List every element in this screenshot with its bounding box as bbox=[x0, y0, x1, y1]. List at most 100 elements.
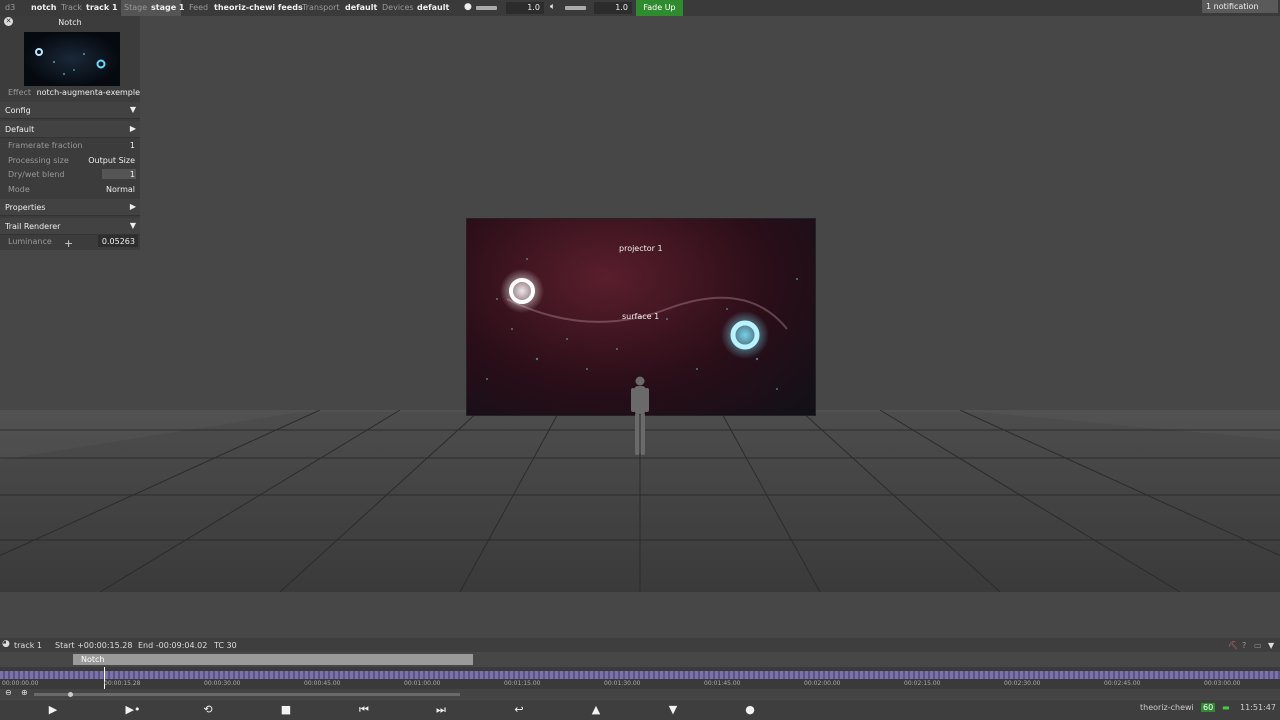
timeline-tick-label: 00:02:15.00 bbox=[904, 680, 941, 687]
devices-selector[interactable]: default bbox=[417, 3, 449, 13]
collapse-icon[interactable]: ▼ bbox=[1268, 641, 1274, 650]
timeline-header: ◕ track 1 Start +00:00:15.28 End -00:09:… bbox=[0, 638, 1280, 652]
prop-framerate[interactable]: Framerate fraction 1 bbox=[0, 138, 140, 152]
zoom-scrollbar[interactable] bbox=[34, 693, 460, 696]
stage-selector[interactable]: stage 1 bbox=[151, 3, 185, 13]
caret-right-icon: ▶ bbox=[129, 202, 136, 211]
luminance-value[interactable]: 0.05263 bbox=[102, 237, 135, 246]
notification-button[interactable]: 1 notification bbox=[1202, 0, 1278, 13]
timeline-tick-label: 00:01:00.00 bbox=[404, 680, 441, 687]
feed-label: Feed bbox=[189, 3, 209, 12]
zoom-handle[interactable] bbox=[68, 692, 73, 697]
next-section-icon[interactable]: ⏭ bbox=[433, 703, 449, 717]
processing-label: Processing size bbox=[8, 156, 69, 165]
drywet-label: Dry/wet blend bbox=[8, 170, 65, 179]
play-icon[interactable]: ▶ bbox=[45, 703, 61, 717]
timeline-tick-label: 00:00:45.00 bbox=[304, 680, 341, 687]
prop-processing-size[interactable]: Processing size Output Size bbox=[0, 153, 140, 167]
play-to-end-icon[interactable]: ▶• bbox=[122, 703, 144, 717]
track-info-icon[interactable]: ◕ bbox=[2, 639, 10, 649]
help-icon[interactable]: ? bbox=[1242, 641, 1246, 650]
volume-value[interactable]: 1.0 bbox=[594, 2, 632, 14]
effect-thumbnail bbox=[24, 32, 120, 86]
machine-name: theoriz-chewi bbox=[1140, 703, 1194, 712]
luminance-label: Luminance bbox=[8, 237, 52, 246]
next-track-icon[interactable]: ▼ bbox=[665, 703, 681, 717]
brightness-value[interactable]: 1.0 bbox=[506, 2, 544, 14]
loop-icon[interactable]: ⟲ bbox=[200, 703, 216, 717]
drywet-value[interactable]: 1 bbox=[130, 170, 135, 179]
stop-icon[interactable]: ■ bbox=[278, 703, 294, 717]
mode-value[interactable]: Normal bbox=[106, 185, 135, 194]
volume-slider[interactable] bbox=[565, 6, 586, 10]
section-properties-label: Properties bbox=[5, 203, 46, 212]
timeline-tick-label: 00:00:15.28 bbox=[104, 680, 141, 687]
section-default-label: Default bbox=[5, 125, 35, 134]
human-scale-figure bbox=[631, 376, 649, 455]
transport-label: Transport bbox=[302, 3, 340, 12]
effect-label: Effect bbox=[8, 88, 32, 97]
transport-selector[interactable]: default bbox=[345, 3, 377, 13]
timeline-band bbox=[0, 671, 1280, 679]
timeline-end: End -00:09:04.02 bbox=[138, 641, 208, 650]
track-label: Track bbox=[61, 3, 82, 12]
devices-label: Devices bbox=[382, 3, 414, 12]
zoom-row: ⊖ ⊕ bbox=[0, 688, 1280, 699]
section-properties[interactable]: Properties ▶ bbox=[0, 199, 140, 216]
timeline-clip-notch[interactable]: Notch bbox=[73, 654, 473, 665]
projector-label[interactable]: projector 1 bbox=[619, 244, 663, 253]
crosshair-cursor-icon: + bbox=[64, 237, 74, 250]
track-selector[interactable]: track 1 bbox=[86, 3, 118, 13]
timeline-tick-label: 00:02:30.00 bbox=[1004, 680, 1041, 687]
section-config-label: Config bbox=[5, 106, 31, 115]
panel-title: Notch bbox=[58, 18, 82, 27]
project-name[interactable]: notch bbox=[31, 3, 56, 13]
app-logo[interactable]: d3 bbox=[5, 3, 15, 13]
effect-row[interactable]: Effect notch-augmenta-exemple bbox=[8, 88, 140, 97]
framerate-label: Framerate fraction bbox=[8, 141, 83, 150]
clip-name: Notch bbox=[81, 655, 105, 664]
timeline-tick-label: 00:01:45.00 bbox=[704, 680, 741, 687]
feed-selector[interactable]: theoriz-chewi feeds bbox=[214, 3, 303, 13]
zoom-out-icon[interactable]: ⊖ bbox=[5, 688, 12, 697]
prop-mode[interactable]: Mode Normal bbox=[0, 182, 140, 196]
top-bar: d3 notch Track track 1 Stage stage 1 Fee… bbox=[0, 0, 1280, 16]
record-button-icon[interactable]: ● bbox=[742, 703, 758, 717]
notch-editor-panel: ✕ Notch Effect notch-augmenta-exemple Co… bbox=[0, 16, 140, 250]
prop-drywet[interactable]: Dry/wet blend 1 bbox=[0, 167, 140, 181]
brightness-icon: ● bbox=[464, 2, 472, 12]
timeline-tick-label: 00:02:45.00 bbox=[1104, 680, 1141, 687]
volume-icon[interactable]: 🔈︎ bbox=[550, 2, 555, 12]
surface-label[interactable]: surface 1 bbox=[622, 312, 659, 321]
processing-value[interactable]: Output Size bbox=[88, 156, 135, 165]
clock: 11:51:47 bbox=[1240, 703, 1276, 712]
effect-value[interactable]: notch-augmenta-exemple bbox=[37, 88, 140, 97]
return-icon[interactable]: ↩ bbox=[511, 703, 527, 717]
viewport-lower-area bbox=[0, 592, 1280, 640]
timeline-tick-label: 00:03:00.00 bbox=[1204, 680, 1241, 687]
brightness-slider[interactable] bbox=[476, 6, 497, 10]
zoom-in-icon[interactable]: ⊕ bbox=[21, 688, 28, 697]
timeline-tick-label: 00:00:30.00 bbox=[204, 680, 241, 687]
framerate-value[interactable]: 1 bbox=[130, 141, 135, 150]
fps-badge: 60 bbox=[1201, 703, 1216, 712]
timeline-tick-label: 00:02:00.00 bbox=[804, 680, 841, 687]
section-default[interactable]: Default ▶ bbox=[0, 121, 140, 138]
caret-down-icon: ▼ bbox=[129, 221, 136, 230]
previous-section-icon[interactable]: ⏮ bbox=[356, 703, 372, 717]
record-icon[interactable]: ⛏︎ bbox=[1228, 641, 1238, 650]
transport-controls: ▶ ▶• ⟲ ■ ⏮ ⏭ ↩ ▲ ▼ ● theoriz-chewi 60 ▬ … bbox=[0, 700, 1280, 720]
previous-track-icon[interactable]: ▲ bbox=[588, 703, 604, 717]
timeline-tick-label: 00:01:15.00 bbox=[504, 680, 541, 687]
stage-label: Stage bbox=[124, 3, 148, 12]
section-trail-renderer[interactable]: Trail Renderer ▼ bbox=[0, 218, 140, 235]
timeline-tick-label: 00:01:30.00 bbox=[604, 680, 641, 687]
timeline-tick-label: 00:00:00.00 bbox=[2, 680, 39, 687]
battery-icon: ▬ bbox=[1222, 703, 1230, 712]
timeline-ruler[interactable]: 00:00:00.00 00:00:15.28 00:00:30.00 00:00:4… bbox=[0, 667, 1280, 689]
caret-down-icon: ▼ bbox=[129, 105, 136, 114]
timeline-track-name[interactable]: track 1 bbox=[14, 641, 42, 650]
section-config[interactable]: Config ▼ bbox=[0, 102, 140, 119]
layers-icon[interactable]: ▭ bbox=[1254, 641, 1262, 650]
fade-up-button[interactable]: Fade Up bbox=[636, 0, 683, 16]
